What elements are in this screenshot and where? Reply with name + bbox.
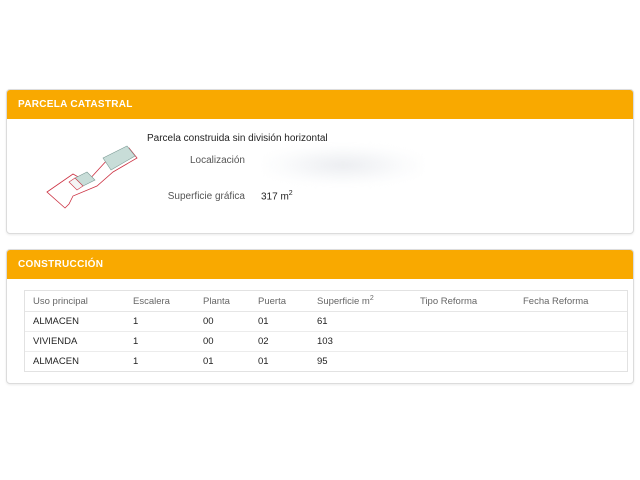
construccion-table: Uso principal Escalera Planta Puerta Sup… xyxy=(25,291,627,371)
cell-puerta: 01 xyxy=(258,356,269,367)
superficie-unit-sup: 2 xyxy=(288,190,293,197)
cell-superficie: 61 xyxy=(309,311,412,332)
col-tipo-reforma: Tipo Reforma xyxy=(412,291,515,312)
superficie-value-text: 317 m xyxy=(261,191,289,203)
col-superficie: Superficie m2 xyxy=(309,291,412,312)
parcel-map-image xyxy=(46,145,138,209)
parcel-description: Parcela construida sin división horizont… xyxy=(147,133,328,144)
construccion-panel: CONSTRUCCIÓN Uso principal Escalera Plan… xyxy=(6,249,634,384)
superficie-grafica-value: 317 m2 xyxy=(261,190,293,202)
table-row: ALMACEN 1 01 01 95 xyxy=(25,352,627,372)
table-header-row: Uso principal Escalera Planta Puerta Sup… xyxy=(25,291,627,312)
cell-escalera: 1 xyxy=(125,311,195,332)
cell-superficie: 95 xyxy=(317,356,328,367)
cell-escalera: 1 xyxy=(125,331,195,352)
col-superficie-label: Superficie m xyxy=(317,296,370,308)
col-planta: Planta xyxy=(195,291,250,312)
cell-fecha-reforma xyxy=(515,311,627,332)
cell-uso: ALMACEN xyxy=(33,356,79,367)
col-escalera: Escalera xyxy=(125,291,195,312)
construccion-table-container: Uso principal Escalera Planta Puerta Sup… xyxy=(24,290,628,372)
cell-puerta: 01 xyxy=(250,311,309,332)
superficie-grafica-label: Superficie gráfica xyxy=(167,191,245,202)
cell-tipo-reforma xyxy=(412,331,515,352)
localizacion-value-redacted xyxy=(263,145,423,185)
table-row: ALMACEN 1 00 01 61 xyxy=(25,311,627,332)
cell-fecha-reforma xyxy=(515,352,627,372)
cell-planta: 00 xyxy=(195,311,250,332)
cell-puerta: 02 xyxy=(250,331,309,352)
parcela-panel-header: PARCELA CATASTRAL xyxy=(7,90,633,119)
cell-fecha-reforma xyxy=(515,331,627,352)
cell-planta: 00 xyxy=(195,331,250,352)
col-uso-principal: Uso principal xyxy=(25,291,125,312)
col-puerta: Puerta xyxy=(250,291,309,312)
localizacion-label: Localización xyxy=(189,155,245,166)
col-superficie-sup: 2 xyxy=(369,294,374,302)
cell-escalera: 1 xyxy=(133,356,139,367)
parcela-catastral-panel: PARCELA CATASTRAL Parcela construida sin… xyxy=(6,89,634,234)
table-row: VIVIENDA 1 00 02 103 xyxy=(25,331,627,352)
cell-uso: VIVIENDA xyxy=(25,331,125,352)
cell-tipo-reforma xyxy=(412,352,515,372)
cell-planta: 01 xyxy=(203,356,214,367)
construccion-panel-header: CONSTRUCCIÓN xyxy=(7,250,633,279)
cell-uso: ALMACEN xyxy=(25,311,125,332)
cell-tipo-reforma xyxy=(412,311,515,332)
col-fecha-reforma: Fecha Reforma xyxy=(515,291,627,312)
cell-superficie: 103 xyxy=(309,331,412,352)
